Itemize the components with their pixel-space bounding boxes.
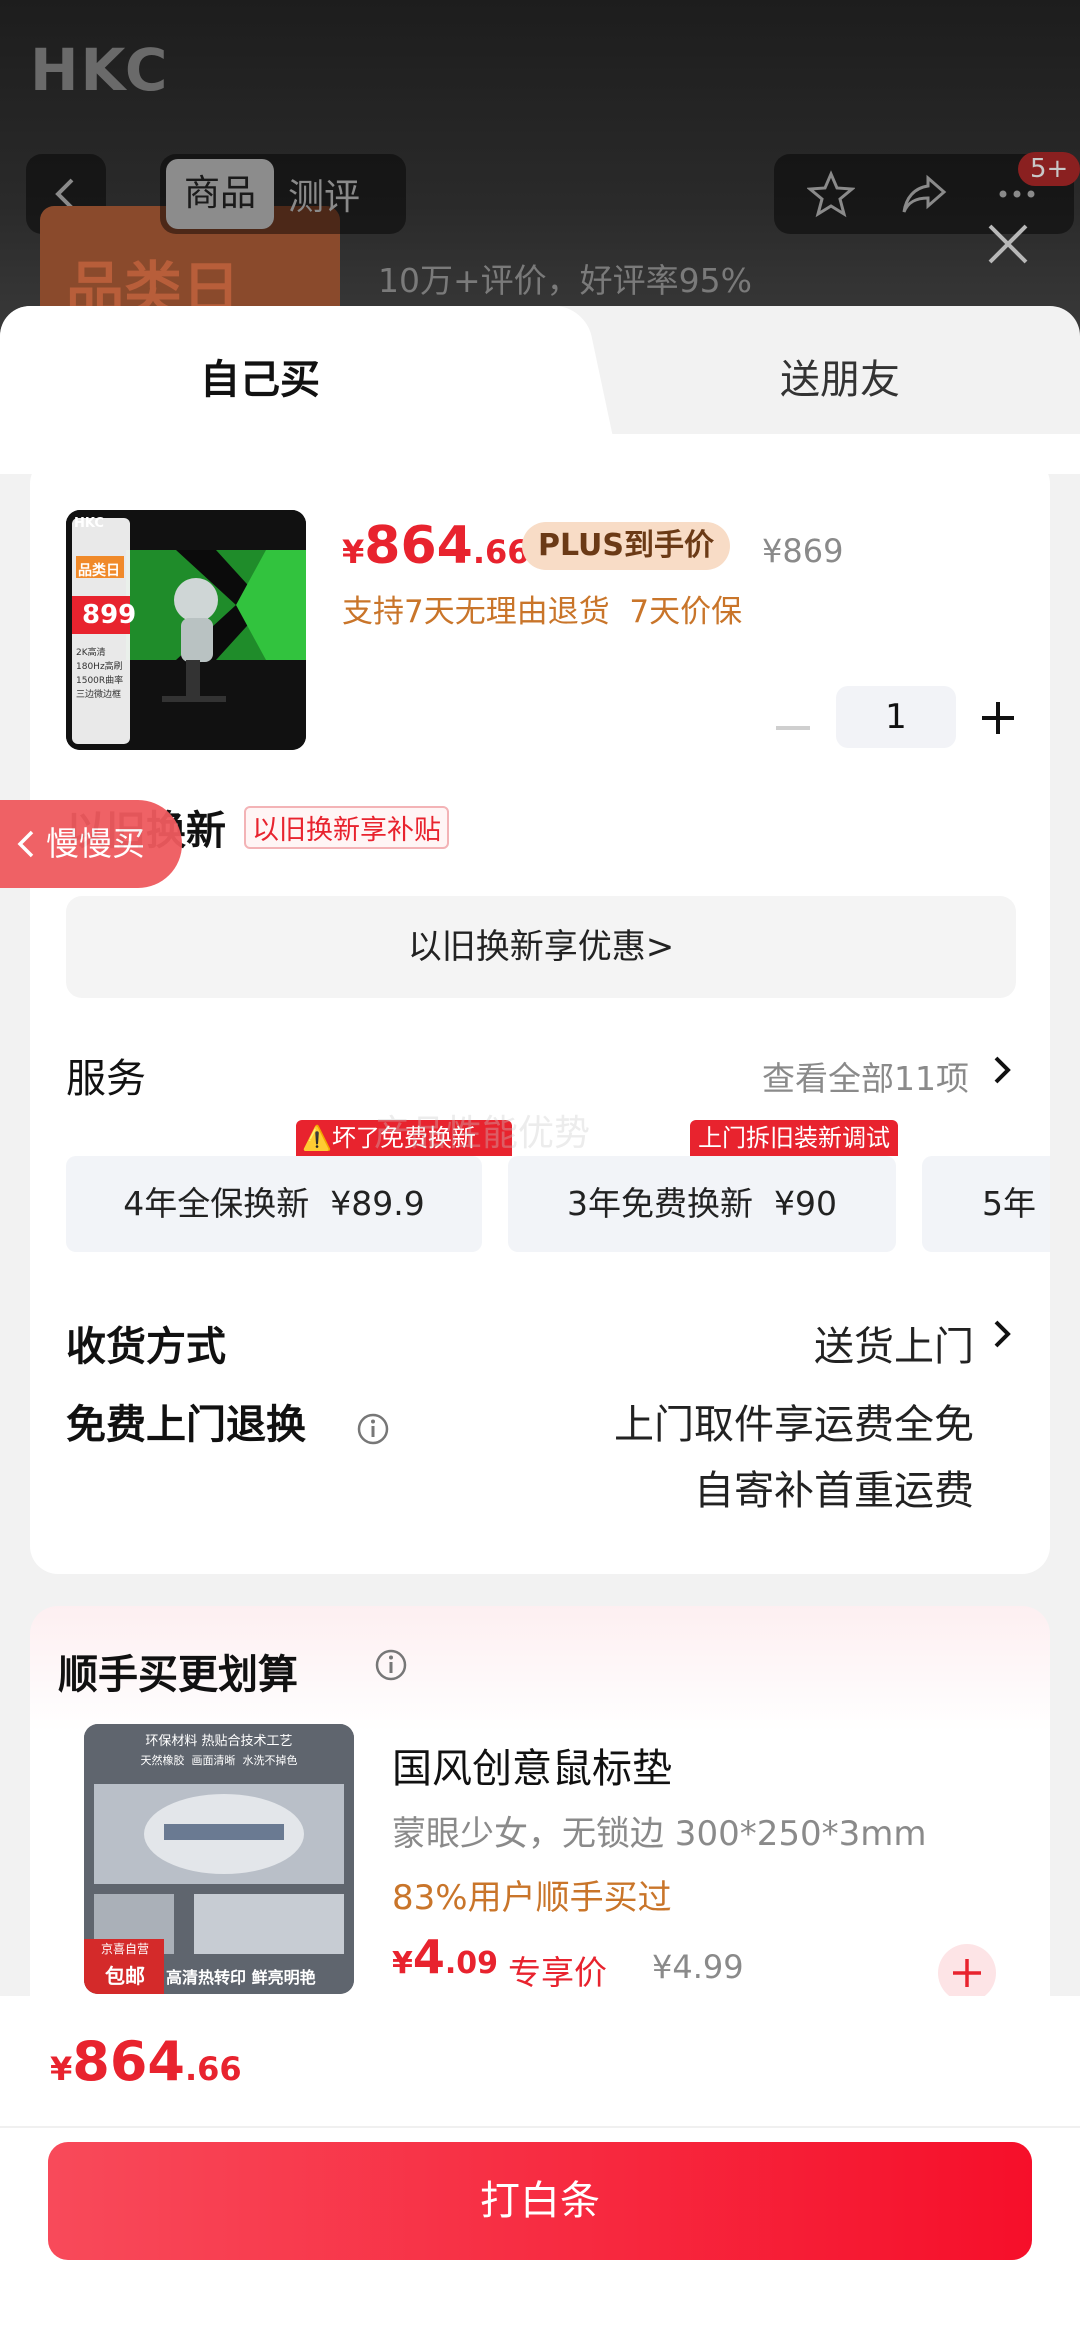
return-policy: 支持7天无理由退货 7天价保	[342, 594, 743, 630]
chevron-right-icon[interactable]	[988, 1314, 1018, 1354]
tab-buy-for-self[interactable]: 自己买	[0, 306, 560, 446]
addon-image-bottom: 高清热转印 鲜亮明艳	[166, 1968, 316, 1987]
price-currency: ¥	[342, 533, 365, 571]
service-option-4yr[interactable]: 4年全保换新 ¥89.9	[66, 1156, 482, 1252]
tab-gift-to-friend-label: 送朋友	[780, 357, 900, 403]
addon-price-label: 专享价	[508, 1953, 607, 1992]
delivery-value[interactable]: 送货上门	[814, 1314, 974, 1372]
thumb-brand: HKC	[74, 516, 104, 531]
tab-buy-for-self-label: 自己买	[200, 357, 320, 403]
trade-in-button[interactable]: 以旧换新享优惠>	[66, 896, 1016, 998]
chevron-left-icon	[17, 830, 34, 858]
addon-price-currency: ¥	[392, 1946, 413, 1981]
plus-icon	[982, 702, 1014, 734]
slow-buy-label: 慢慢买	[46, 824, 145, 863]
addon-price: ¥4.09	[392, 1930, 498, 1984]
product-price: ¥864.66	[342, 516, 530, 576]
total-currency: ¥	[50, 2050, 73, 2088]
total-integer: 864	[72, 2030, 185, 2093]
price-integer: 864	[364, 516, 473, 576]
addon-image-features: 天然橡胶 画面清晰 水洗不掉色	[140, 1754, 298, 1767]
free-return-line1: 上门取件享运费全免	[614, 1402, 974, 1448]
share-icon	[902, 174, 947, 213]
favorite-button[interactable]	[801, 164, 861, 224]
addon-image-badge-bottom: 包邮	[105, 1964, 145, 1988]
sheet-tabs: 自己买 送朋友	[0, 306, 1080, 446]
tab-product[interactable]: 商品	[166, 159, 275, 229]
review-summary: 10万+评价，好评率95%	[378, 261, 752, 300]
top-tabs: 商品 测评	[160, 154, 406, 234]
addon-image-top: 环保材料 热贴合技术工艺	[145, 1734, 293, 1749]
divider	[0, 2126, 1080, 2128]
addon-add-button[interactable]	[938, 1944, 996, 2002]
chevron-right-icon[interactable]	[988, 1050, 1018, 1090]
pay-with-baitiao-button[interactable]: 打白条	[48, 2142, 1032, 2260]
total-price: ¥864.66	[50, 2030, 242, 2093]
quantity-decrease-button[interactable]	[776, 726, 810, 730]
services-see-all[interactable]: 查看全部11项	[762, 1052, 969, 1100]
trade-in-tag: 以旧换新享补贴	[244, 806, 449, 849]
services-title: 服务	[66, 1056, 146, 1102]
service-tag: 上门拆旧装新调试	[690, 1120, 898, 1156]
addon-price-integer: 4	[412, 1930, 445, 1984]
service-option-5yr[interactable]: 5年	[922, 1156, 1050, 1252]
share-button[interactable]	[894, 164, 954, 224]
addon-title: 顺手买更划算	[58, 1652, 298, 1698]
thumb-spec: 1500R曲率	[76, 676, 124, 686]
thumb-spec: 2K高清	[76, 648, 106, 658]
addon-product-image[interactable]: 环保材料 热贴合技术工艺 天然橡胶 画面清晰 水洗不掉色 京喜自营 包邮 高清热…	[84, 1724, 354, 1994]
thumb-spec: 三边微边框	[76, 690, 122, 700]
free-return-label: 免费上门退换	[66, 1402, 306, 1448]
brand-logo: HKC	[30, 36, 170, 104]
thumb-price: 899	[82, 600, 137, 630]
tab-gift-to-friend[interactable]: 送朋友	[600, 306, 1080, 446]
slow-buy-button[interactable]: 慢慢买	[0, 800, 182, 888]
product-options-card: HKC 品类日 899 2K高清 180Hz高刷 1500R曲率 三边微边框 ¥…	[30, 456, 1050, 1574]
monitor-thumbnail	[66, 510, 306, 750]
addon-purchase-stat: 83%用户顺手买过	[392, 1878, 672, 1918]
quantity-increase-button[interactable]	[976, 696, 1020, 740]
addon-description: 蒙眼少女，无锁边 300*250*3mm	[392, 1814, 927, 1854]
quantity-input[interactable]: 1	[836, 686, 956, 748]
addon-original-price: ¥4.99	[652, 1948, 744, 1986]
addon-name[interactable]: 国风创意鼠标垫	[392, 1736, 672, 1794]
close-sheet-button[interactable]	[978, 214, 1038, 274]
plus-price-tag: PLUS到手价	[522, 522, 731, 570]
delivery-label: 收货方式	[66, 1324, 226, 1370]
info-icon[interactable]	[356, 1412, 390, 1446]
overlay-ghost-text: 产品性能优势	[374, 1113, 591, 1154]
tab-review[interactable]: 测评	[274, 168, 374, 220]
service-option-3yr[interactable]: 3年免费换新 ¥90	[508, 1156, 896, 1252]
close-icon	[988, 224, 1028, 264]
product-image[interactable]: HKC 品类日 899 2K高清 180Hz高刷 1500R曲率 三边微边框	[66, 510, 306, 750]
total-decimal: .66	[185, 2050, 242, 2088]
star-icon	[806, 170, 855, 218]
addon-price-decimal: .09	[444, 1946, 499, 1981]
plus-icon	[953, 1959, 981, 1987]
thumb-specs: 2K高清 180Hz高刷 1500R曲率 三边微边框	[76, 646, 123, 702]
thumb-spec: 180Hz高刷	[76, 662, 123, 672]
price-decimal: .66	[472, 533, 530, 571]
original-price: ¥869	[762, 532, 844, 570]
thumb-event: 品类日	[78, 563, 120, 579]
free-return-line2: 自寄补首重运费	[694, 1468, 974, 1514]
cart-count-badge: 5+	[1018, 152, 1080, 186]
info-icon[interactable]	[374, 1648, 408, 1682]
addon-image-badge-top: 京喜自营	[100, 1942, 149, 1956]
